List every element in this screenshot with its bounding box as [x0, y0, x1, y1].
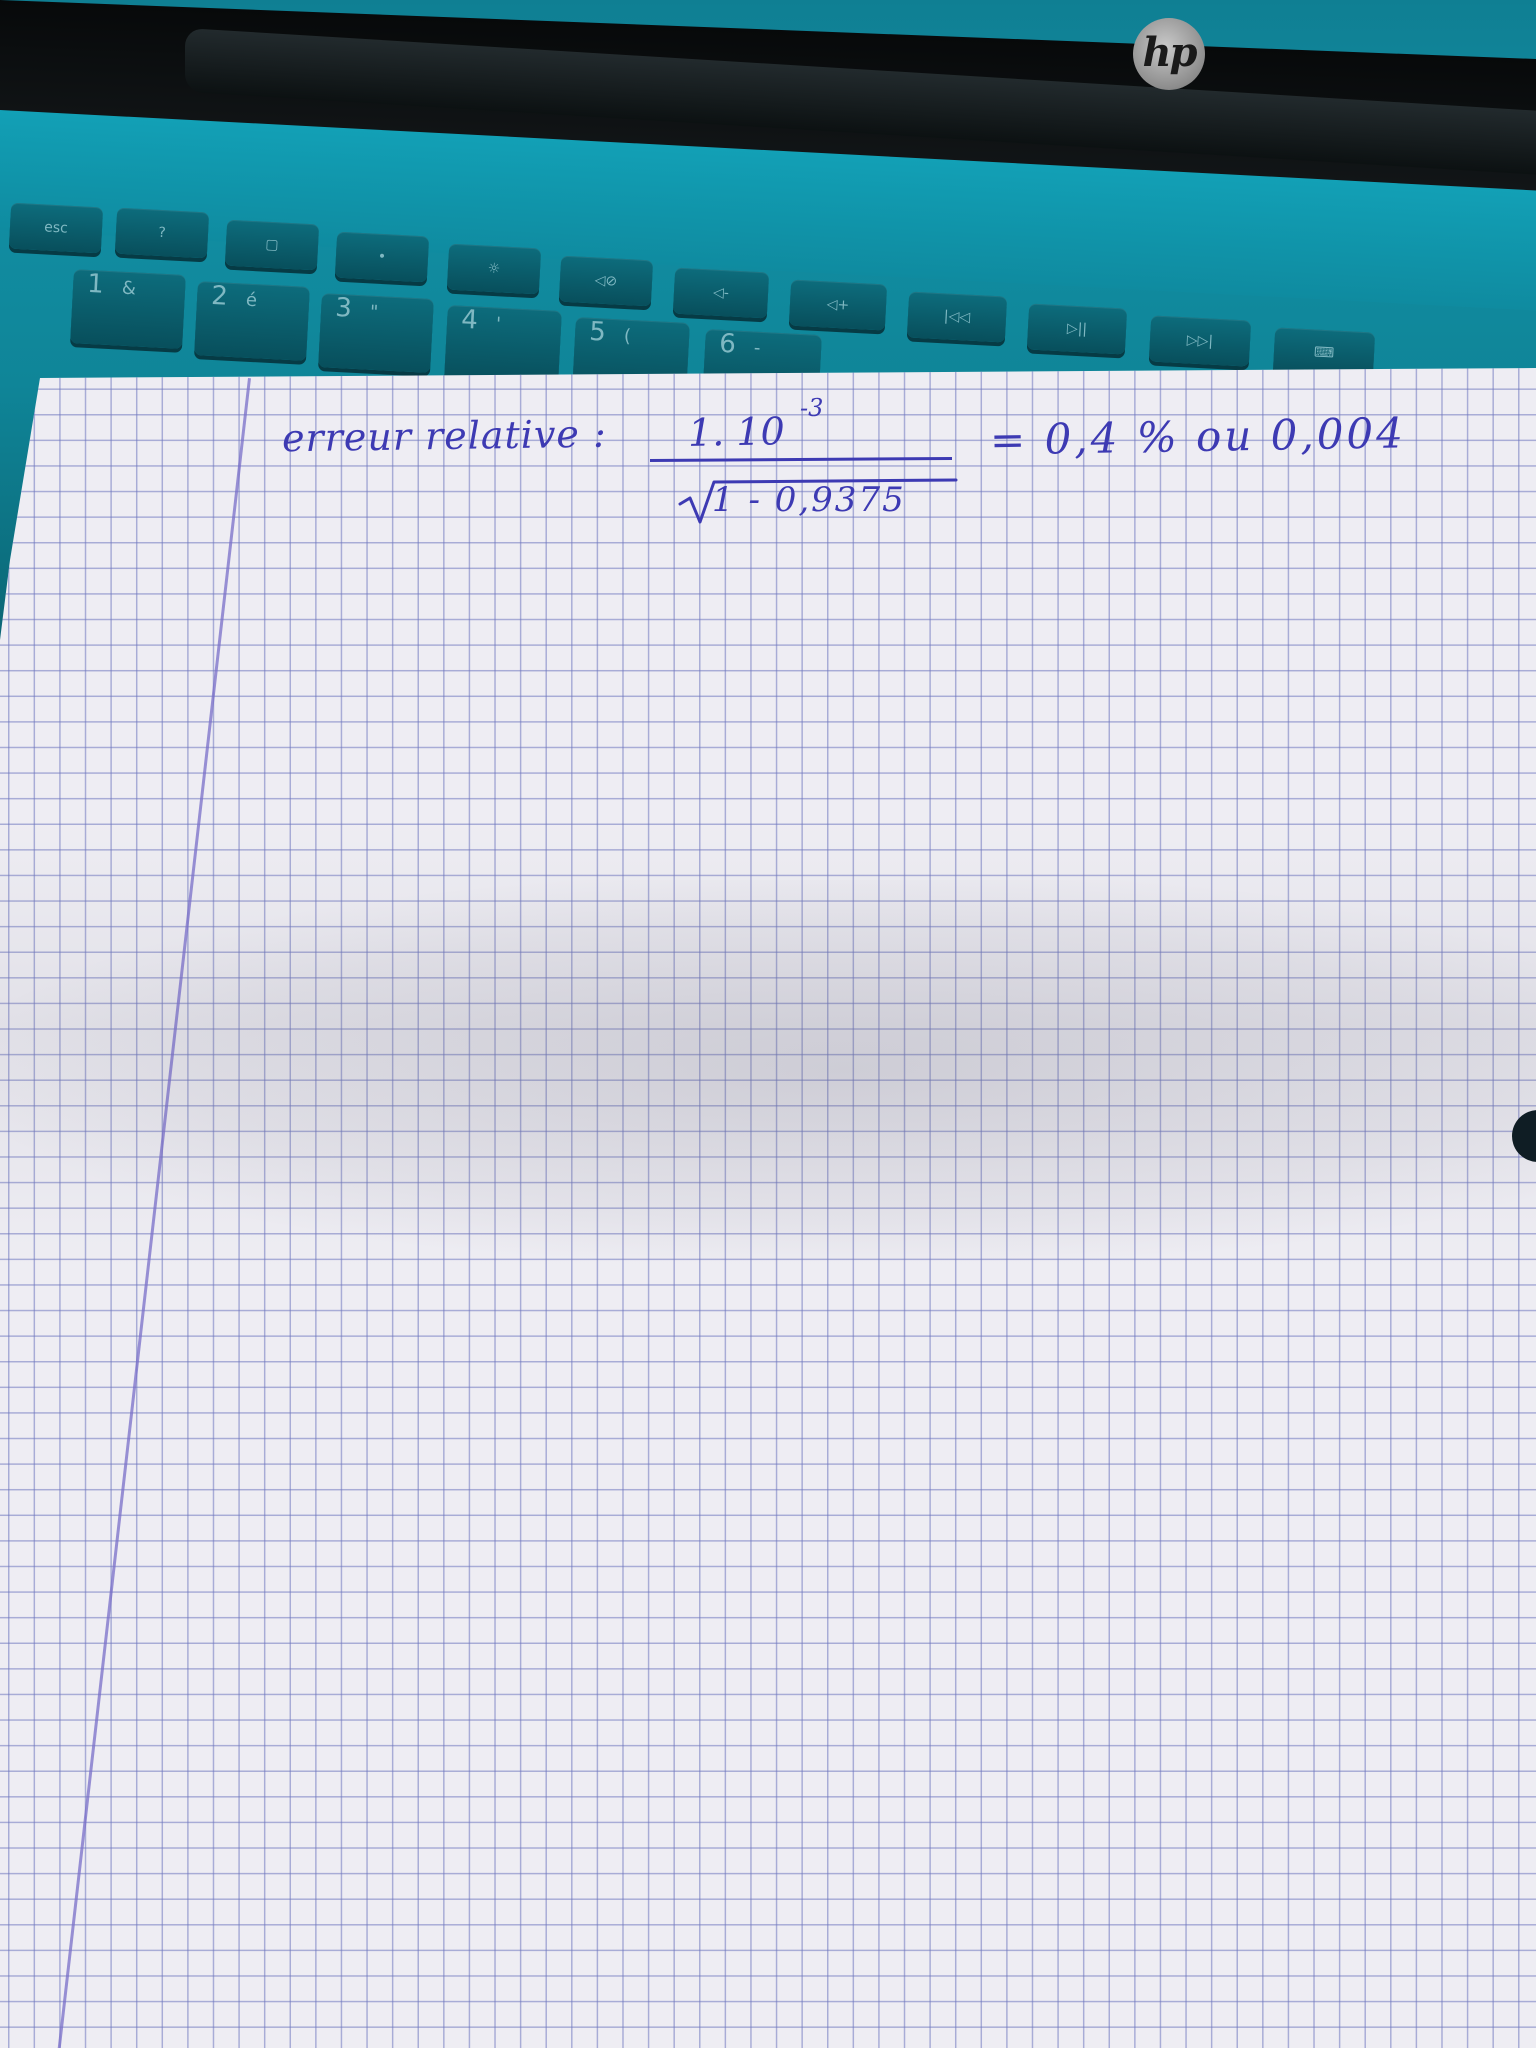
key-1: 1 &	[70, 269, 186, 349]
key-f8: |◁◁	[906, 291, 1008, 343]
key-f10: ▷▷|	[1148, 315, 1252, 367]
fraction-numerator: 1. 10	[687, 409, 786, 455]
key-f7: ◁+	[788, 279, 888, 331]
key-6-main: 6	[718, 328, 737, 360]
key-5-sub: (	[623, 325, 632, 347]
key-5-main: 5	[588, 316, 607, 348]
key-4: 4 '	[444, 305, 562, 385]
handwritten-result: = 0,4 % ou 0,004	[989, 408, 1407, 465]
key-f2: ▢	[224, 219, 320, 271]
handwritten-label: erreur relative :	[281, 411, 608, 461]
fraction-denominator-radicand: 1 - 0,9375	[712, 480, 906, 520]
hp-logo: hp	[1133, 18, 1205, 90]
key-2-main: 2	[210, 280, 229, 312]
phone-shadow	[0, 880, 1536, 1260]
key-3-main: 3	[334, 292, 353, 324]
key-1-sub: &	[121, 277, 137, 300]
key-3-sub: "	[369, 301, 379, 324]
numerator-exponent: -3	[800, 394, 824, 422]
photo-scene: hp esc ? ▢ • ☼ ◁⊘ ◁- ◁+ |◁◁ ▷|| ▷▷| ⌨ 1 …	[0, 0, 1536, 2048]
key-2-sub: é	[245, 289, 258, 312]
key-f5: ◁⊘	[558, 255, 654, 307]
key-3: 3 "	[318, 293, 434, 373]
fraction-bar	[649, 456, 953, 463]
key-f6: ◁-	[672, 267, 770, 319]
key-esc: esc	[8, 202, 104, 254]
key-2: 2 é	[194, 281, 310, 361]
key-f1: ?	[114, 207, 210, 259]
key-1-main: 1	[86, 268, 105, 300]
key-f4: ☼	[446, 243, 542, 295]
paper-margin-line	[55, 378, 251, 2048]
key-6-sub: -	[753, 337, 761, 359]
key-4-sub: '	[495, 313, 502, 335]
key-4-main: 4	[460, 304, 479, 336]
key-f9: ▷||	[1026, 303, 1128, 355]
key-f3: •	[334, 231, 430, 283]
